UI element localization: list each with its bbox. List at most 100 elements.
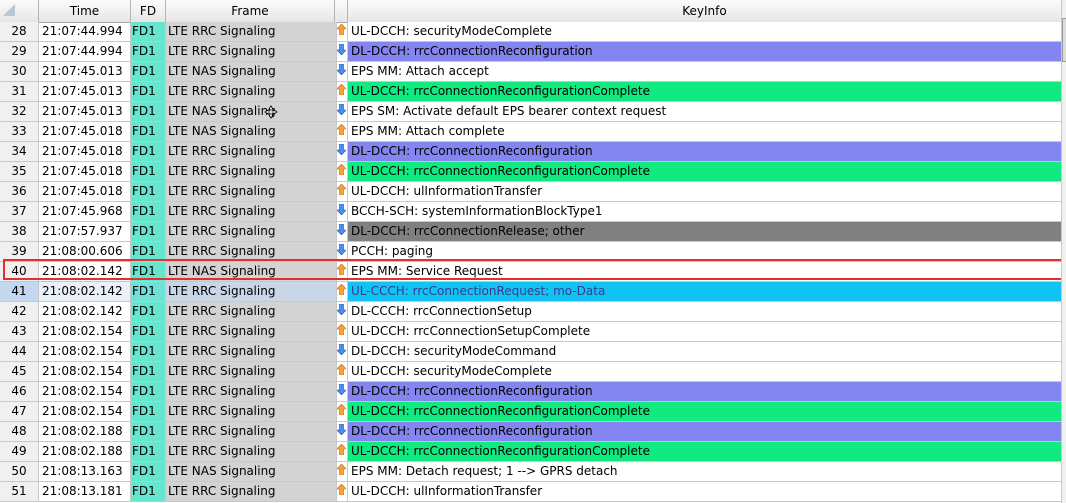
fd-cell: FD1: [131, 262, 166, 282]
time-cell: 21:07:45.018: [39, 142, 131, 162]
keyinfo-cell: UL-DCCH: ulInformationTransfer: [348, 482, 1062, 502]
table-row[interactable]: 40 21:08:02.142 FD1 LTE NAS Signaling EPS MM…: [0, 262, 1062, 282]
keyinfo-cell: EPS MM: Service Request: [348, 262, 1062, 282]
row-number[interactable]: 32: [0, 102, 39, 122]
downlink-arrow-icon: [337, 224, 346, 235]
row-number[interactable]: 28: [0, 22, 39, 42]
time-cell: 21:08:02.154: [39, 322, 131, 342]
table-row[interactable]: 48 21:08:02.188 FD1 LTE RRC Signaling DL-DCC…: [0, 422, 1062, 442]
column-header-direction[interactable]: [335, 0, 348, 22]
row-number[interactable]: 40: [0, 262, 39, 282]
fd-cell: FD1: [131, 102, 166, 122]
row-number[interactable]: 38: [0, 222, 39, 242]
frame-cell: LTE RRC Signaling: [166, 442, 337, 462]
downlink-arrow-icon: [337, 104, 346, 115]
frame-cell: LTE RRC Signaling: [166, 222, 337, 242]
fd-cell: FD1: [131, 422, 166, 442]
table-row[interactable]: 45 21:08:02.154 FD1 LTE RRC Signaling UL-DCC…: [0, 362, 1062, 382]
column-header-frame[interactable]: Frame: [166, 0, 335, 22]
fd-cell: FD1: [131, 282, 166, 302]
fd-cell: FD1: [131, 182, 166, 202]
table-row[interactable]: 42 21:08:02.142 FD1 LTE RRC Signaling DL-CCC…: [0, 302, 1062, 322]
table-row[interactable]: 49 21:08:02.188 FD1 LTE RRC Signaling UL-DCC…: [0, 442, 1062, 462]
table-row[interactable]: 39 21:08:00.606 FD1 LTE RRC Signaling PCCH: …: [0, 242, 1062, 262]
uplink-arrow-icon: [337, 284, 346, 295]
table-row[interactable]: 46 21:08:02.154 FD1 LTE RRC Signaling DL-DCC…: [0, 382, 1062, 402]
direction-cell: [335, 422, 348, 442]
row-number[interactable]: 49: [0, 442, 39, 462]
table-row[interactable]: 44 21:08:02.154 FD1 LTE RRC Signaling DL-DCC…: [0, 342, 1062, 362]
fd-cell: FD1: [131, 82, 166, 102]
row-number[interactable]: 31: [0, 82, 39, 102]
table-row[interactable]: 32 21:07:45.013 FD1 LTE NAS Signaling EPS SM…: [0, 102, 1062, 122]
table-row[interactable]: 38 21:07:57.937 FD1 LTE RRC Signaling DL-DCC…: [0, 222, 1062, 242]
row-number[interactable]: 36: [0, 182, 39, 202]
signaling-message-table[interactable]: Time FD Frame KeyInfo 28 21:07:44.994 FD1 L…: [0, 0, 1066, 503]
row-number[interactable]: 46: [0, 382, 39, 402]
keyinfo-cell: EPS MM: Attach accept: [348, 62, 1062, 82]
keyinfo-cell: EPS MM: Detach request; 1 --> GPRS detac…: [348, 462, 1062, 482]
row-number[interactable]: 34: [0, 142, 39, 162]
keyinfo-cell: UL-DCCH: securityModeComplete: [348, 362, 1062, 382]
time-cell: 21:07:44.994: [39, 42, 131, 62]
time-cell: 21:08:02.154: [39, 342, 131, 362]
table-row[interactable]: 29 21:07:44.994 FD1 LTE RRC Signaling DL-DCC…: [0, 42, 1062, 62]
column-header-fd[interactable]: FD: [131, 0, 166, 22]
row-number[interactable]: 37: [0, 202, 39, 222]
fd-cell: FD1: [131, 162, 166, 182]
row-number[interactable]: 51: [0, 482, 39, 502]
fd-cell: FD1: [131, 442, 166, 462]
row-number[interactable]: 39: [0, 242, 39, 262]
row-number-header[interactable]: [0, 0, 39, 22]
scrollbar-thumb[interactable]: [1062, 18, 1066, 62]
table-row[interactable]: 47 21:08:02.154 FD1 LTE RRC Signaling UL-DCC…: [0, 402, 1062, 422]
keyinfo-cell: UL-DCCH: rrcConnectionReconfigurationCom…: [348, 162, 1062, 182]
table-row[interactable]: 41 21:08:02.142 FD1 LTE RRC Signaling UL-CCC…: [0, 282, 1062, 302]
keyinfo-cell: PCCH: paging: [348, 242, 1062, 262]
table-row[interactable]: 28 21:07:44.994 FD1 LTE RRC Signaling UL-DCC…: [0, 22, 1062, 42]
row-number[interactable]: 33: [0, 122, 39, 142]
uplink-arrow-icon: [337, 184, 346, 195]
time-cell: 21:08:13.163: [39, 462, 131, 482]
row-number[interactable]: 47: [0, 402, 39, 422]
row-number[interactable]: 42: [0, 302, 39, 322]
table-row[interactable]: 51 21:08:13.181 FD1 LTE RRC Signaling UL-DCC…: [0, 482, 1062, 502]
frame-cell: LTE RRC Signaling: [166, 362, 337, 382]
column-header-time[interactable]: Time: [39, 0, 131, 22]
direction-cell: [335, 22, 348, 42]
table-row[interactable]: 34 21:07:45.018 FD1 LTE RRC Signaling DL-DCC…: [0, 142, 1062, 162]
table-row[interactable]: 37 21:07:45.968 FD1 LTE RRC Signaling BCCH-S…: [0, 202, 1062, 222]
row-number[interactable]: 35: [0, 162, 39, 182]
row-number[interactable]: 50: [0, 462, 39, 482]
row-number[interactable]: 48: [0, 422, 39, 442]
row-number[interactable]: 29: [0, 42, 39, 62]
row-number[interactable]: 30: [0, 62, 39, 82]
table-row[interactable]: 31 21:07:45.013 FD1 LTE RRC Signaling UL-DCC…: [0, 82, 1062, 102]
fd-cell: FD1: [131, 22, 166, 42]
select-all-corner-icon[interactable]: [3, 4, 15, 16]
table-row[interactable]: 36 21:07:45.018 FD1 LTE RRC Signaling UL-DCC…: [0, 182, 1062, 202]
time-cell: 21:08:02.188: [39, 442, 131, 462]
row-number[interactable]: 41: [0, 282, 39, 302]
frame-cell: LTE RRC Signaling: [166, 202, 337, 222]
time-cell: 21:08:02.142: [39, 302, 131, 322]
row-number[interactable]: 44: [0, 342, 39, 362]
column-header-keyinfo[interactable]: KeyInfo: [348, 0, 1062, 22]
row-number[interactable]: 45: [0, 362, 39, 382]
time-cell: 21:07:45.013: [39, 62, 131, 82]
table-row[interactable]: 33 21:07:45.018 FD1 LTE NAS Signaling EPS MM…: [0, 122, 1062, 142]
keyinfo-cell: EPS SM: Activate default EPS bearer cont…: [348, 102, 1062, 122]
table-row[interactable]: 35 21:07:45.018 FD1 LTE RRC Signaling UL-DCC…: [0, 162, 1062, 182]
time-cell: 21:07:45.013: [39, 102, 131, 122]
downlink-arrow-icon: [337, 204, 346, 215]
frame-cell: LTE NAS Signaling: [166, 262, 337, 282]
vertical-scrollbar[interactable]: [1061, 0, 1066, 503]
time-cell: 21:07:44.994: [39, 22, 131, 42]
direction-cell: [335, 42, 348, 62]
table-row[interactable]: 43 21:08:02.154 FD1 LTE RRC Signaling UL-DCC…: [0, 322, 1062, 342]
keyinfo-cell: UL-DCCH: securityModeComplete: [348, 22, 1062, 42]
time-cell: 21:08:02.154: [39, 362, 131, 382]
row-number[interactable]: 43: [0, 322, 39, 342]
table-row[interactable]: 50 21:08:13.163 FD1 LTE NAS Signaling EPS MM…: [0, 462, 1062, 482]
table-row[interactable]: 30 21:07:45.013 FD1 LTE NAS Signaling EPS MM…: [0, 62, 1062, 82]
